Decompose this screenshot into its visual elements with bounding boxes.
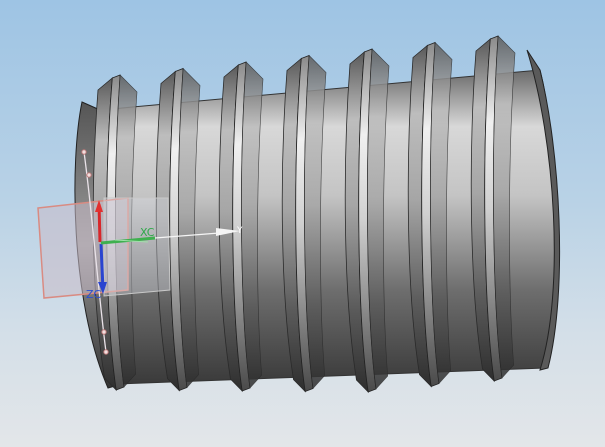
handle-point-mid-bottom[interactable] bbox=[101, 329, 107, 335]
y-axis-label: Y bbox=[237, 226, 243, 236]
datum-plane-outline bbox=[103, 197, 171, 297]
handle-point-top[interactable] bbox=[81, 149, 87, 155]
handle-point-bottom[interactable] bbox=[103, 349, 109, 355]
model-view[interactable] bbox=[0, 0, 605, 447]
xc-axis-label: XC bbox=[140, 226, 155, 239]
zc-axis-label: ZC bbox=[86, 288, 102, 301]
cad-graphics-viewport[interactable]: XC ZC Y bbox=[0, 0, 605, 447]
handle-point-mid-top[interactable] bbox=[86, 172, 92, 178]
